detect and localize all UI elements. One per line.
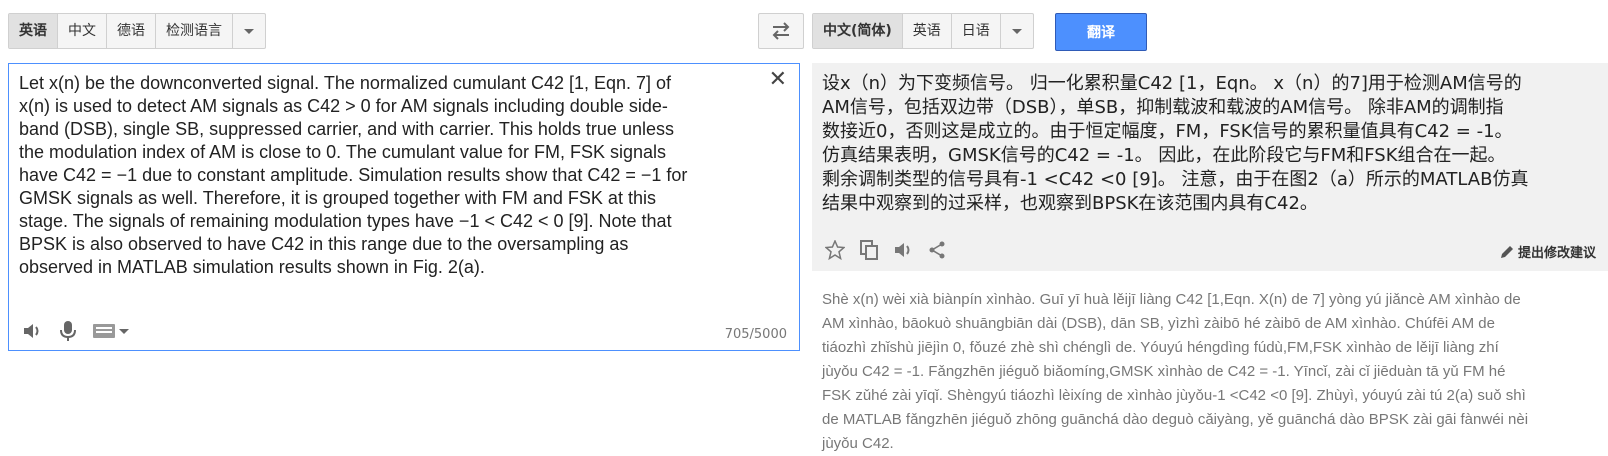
speaker-icon[interactable] [890,237,916,263]
source-lang-detect[interactable]: 检测语言 [156,14,233,48]
swap-arrows-icon [772,22,790,40]
result-tools [822,237,950,263]
translated-text: 设x（n）为下变频信号。 归一化累积量C42 [1，Eqn。 x（n）的7]用于… [822,73,1529,214]
source-lang-english[interactable]: 英语 [9,14,58,48]
target-lang-japanese[interactable]: 日语 [952,14,1001,48]
suggest-edit-label: 提出修改建议 [1517,246,1596,261]
source-lang-chinese[interactable]: 中文 [58,14,107,48]
target-lang-english[interactable]: 英语 [903,14,952,48]
copy-icon[interactable] [856,237,882,263]
swap-languages-button[interactable] [758,13,804,49]
character-count: 705/5000 [724,327,787,342]
source-lang-dropdown[interactable] [233,14,265,48]
target-lang-chinese-simplified[interactable]: 中文(简体) [813,14,903,48]
close-icon[interactable]: ✕ [769,68,787,92]
romanization-text: Shè x(n) wèi xià biànpín xìnhào. Guī yī … [822,291,1529,452]
share-icon[interactable] [924,237,950,263]
keyboard-icon[interactable] [91,318,131,344]
source-lang-german[interactable]: 德语 [107,14,156,48]
source-language-selector: 英语 中文 德语 检测语言 [8,13,266,49]
microphone-icon[interactable] [55,318,81,344]
chevron-down-icon [119,328,129,334]
target-lang-dropdown[interactable] [1001,14,1033,48]
pencil-icon [1500,245,1513,258]
source-text-input[interactable]: Let x(n) be the downconverted signal. Th… [19,72,754,279]
target-language-selector: 中文(简体) 英语 日语 [812,13,1034,49]
chevron-down-icon [244,28,254,34]
translation-result-panel: 设x（n）为下变频信号。 归一化累积量C42 [1，Eqn。 x（n）的7]用于… [812,63,1608,271]
translate-button[interactable]: 翻译 [1055,13,1147,51]
star-icon[interactable] [822,237,848,263]
suggest-edit-button[interactable]: 提出修改建议 [1500,242,1596,261]
chevron-down-icon [1011,28,1022,34]
speaker-icon[interactable] [19,318,45,344]
source-text-panel: Let x(n) be the downconverted signal. Th… [8,63,800,351]
source-tools [19,318,131,344]
